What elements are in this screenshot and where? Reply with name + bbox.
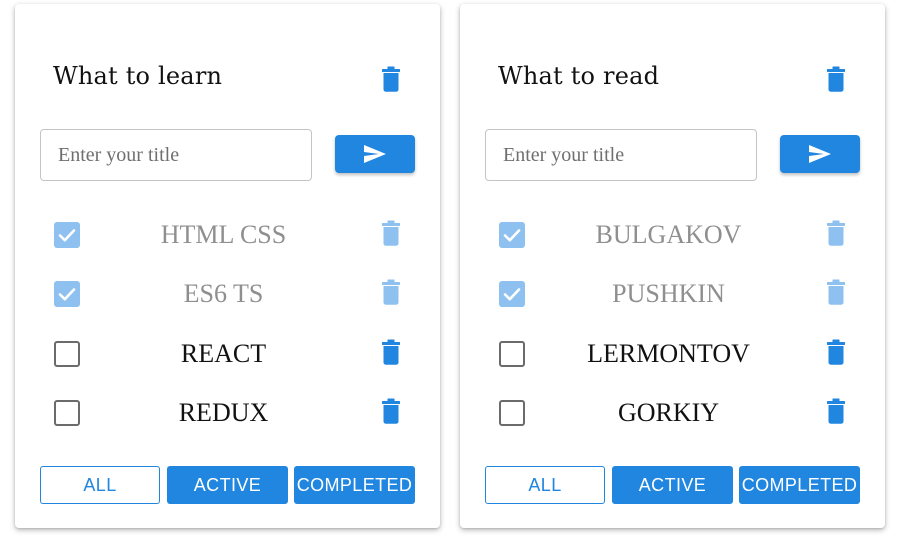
filter-all-button[interactable]: ALL — [485, 466, 605, 504]
filter-completed-button[interactable]: COMPLETED — [739, 466, 860, 504]
task-checkbox[interactable] — [499, 281, 525, 307]
check-icon — [58, 229, 76, 242]
delete-todolist-button[interactable] — [381, 66, 401, 92]
todolists-board: What to learn HTML CSS — [0, 0, 902, 539]
trash-icon — [382, 398, 400, 424]
filter-active-button[interactable]: ACTIVE — [612, 466, 733, 504]
task-checkbox[interactable] — [54, 400, 80, 426]
task-title[interactable]: PUSHKIN — [550, 278, 787, 310]
task-title[interactable]: LERMONTOV — [550, 338, 787, 370]
todolist-title[interactable]: What to read — [498, 62, 659, 90]
add-task-button[interactable] — [335, 135, 415, 173]
delete-task-button[interactable] — [826, 339, 846, 365]
task-item: BULGAKOV — [460, 215, 885, 255]
new-task-input[interactable] — [485, 129, 757, 181]
delete-task-button[interactable] — [826, 279, 846, 305]
check-icon — [503, 229, 521, 242]
send-arrow-icon — [809, 145, 831, 163]
check-icon — [503, 288, 521, 301]
task-checkbox[interactable] — [499, 341, 525, 367]
delete-task-button[interactable] — [381, 279, 401, 305]
task-checkbox[interactable] — [499, 400, 525, 426]
trash-icon — [827, 398, 845, 424]
delete-task-button[interactable] — [826, 398, 846, 424]
trash-icon — [827, 220, 845, 246]
trash-icon — [382, 279, 400, 305]
new-task-input[interactable] — [40, 129, 312, 181]
task-item: LERMONTOV — [460, 334, 885, 374]
task-title[interactable]: REACT — [105, 338, 342, 370]
task-item: HTML CSS — [15, 215, 440, 255]
todolist-title[interactable]: What to learn — [53, 62, 222, 90]
check-icon — [58, 288, 76, 301]
task-item: ES6 TS — [15, 274, 440, 314]
trash-icon — [827, 339, 845, 365]
task-checkbox[interactable] — [54, 281, 80, 307]
task-checkbox[interactable] — [54, 341, 80, 367]
filter-completed-button[interactable]: COMPLETED — [294, 466, 415, 504]
task-item: REACT — [15, 334, 440, 374]
delete-task-button[interactable] — [381, 398, 401, 424]
task-title[interactable]: ES6 TS — [105, 278, 342, 310]
todolist-card: What to read BULGAKOV — [460, 4, 885, 528]
filter-active-button[interactable]: ACTIVE — [167, 466, 288, 504]
task-title[interactable]: HTML CSS — [105, 219, 342, 251]
filter-all-button[interactable]: ALL — [40, 466, 160, 504]
add-task-button[interactable] — [780, 135, 860, 173]
trash-icon — [382, 339, 400, 365]
filter-button-group: ALL ACTIVE COMPLETED — [40, 466, 415, 504]
trash-icon — [827, 279, 845, 305]
trash-icon — [827, 66, 845, 92]
task-title[interactable]: BULGAKOV — [550, 219, 787, 251]
filter-button-group: ALL ACTIVE COMPLETED — [485, 466, 860, 504]
task-title[interactable]: REDUX — [105, 397, 342, 429]
task-checkbox[interactable] — [499, 222, 525, 248]
delete-task-button[interactable] — [826, 220, 846, 246]
task-item: REDUX — [15, 393, 440, 433]
todolist-card: What to learn HTML CSS — [15, 4, 440, 528]
trash-icon — [382, 66, 400, 92]
send-arrow-icon — [364, 145, 386, 163]
task-checkbox[interactable] — [54, 222, 80, 248]
delete-todolist-button[interactable] — [826, 66, 846, 92]
task-title[interactable]: GORKIY — [550, 397, 787, 429]
trash-icon — [382, 220, 400, 246]
task-item: PUSHKIN — [460, 274, 885, 314]
delete-task-button[interactable] — [381, 339, 401, 365]
delete-task-button[interactable] — [381, 220, 401, 246]
task-item: GORKIY — [460, 393, 885, 433]
